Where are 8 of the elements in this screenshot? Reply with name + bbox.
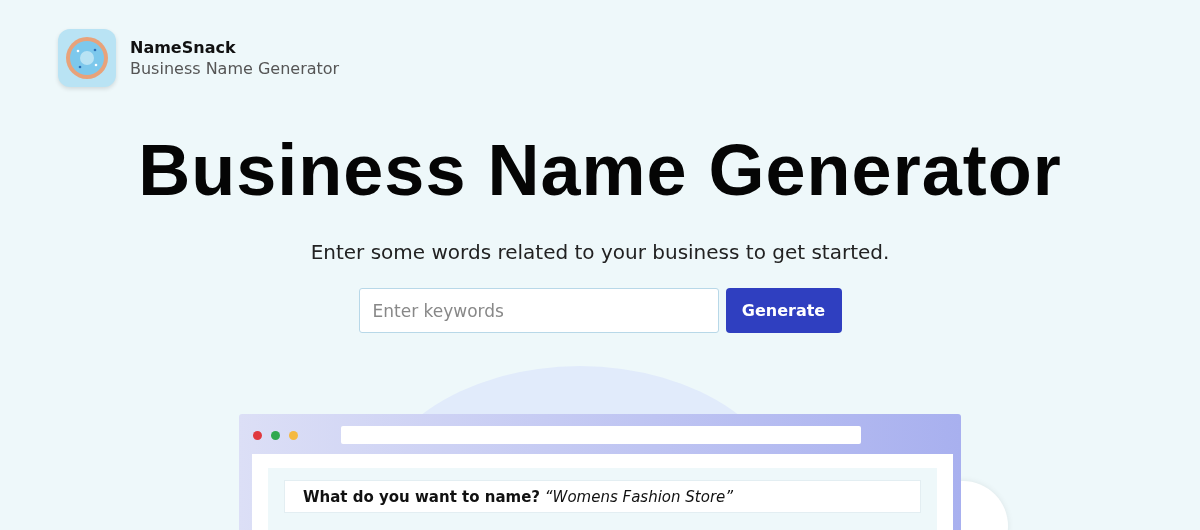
keywords-field[interactable]: Enter keywords	[358, 288, 719, 334]
brand-name: NameSnack	[130, 38, 237, 57]
generate-button[interactable]: Generate	[725, 288, 842, 334]
page-subtitle: Enter some words related to your business to get started.	[309, 240, 891, 265]
name-question: What do you want to name? “Womens Fashion Store”	[303, 488, 734, 507]
page-title: Business Name Generator	[137, 131, 1063, 211]
donut-logo-icon	[58, 29, 116, 87]
brand-tagline: Business Name Generator	[130, 59, 340, 78]
